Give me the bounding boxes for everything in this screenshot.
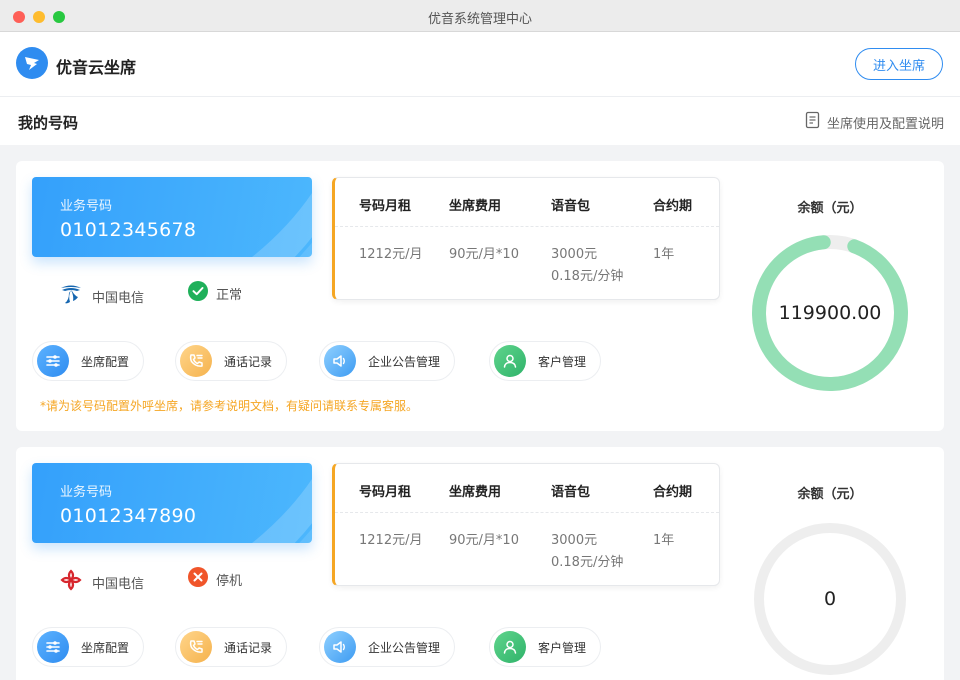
sliders-icon <box>37 345 69 377</box>
value-monthly-rent: 1212元/月 <box>359 533 423 548</box>
x-circle-icon <box>188 567 208 591</box>
app-logo-icon <box>16 47 48 79</box>
sliders-icon <box>37 631 69 663</box>
user-icon <box>494 631 526 663</box>
header-voice-pack: 语音包 <box>551 199 591 214</box>
value-seat-fee: 90元/月*10 <box>449 533 519 548</box>
panel-decoration <box>252 478 312 543</box>
speaker-icon <box>324 345 356 377</box>
carrier-info: 中国电信 <box>58 281 144 311</box>
package-header-row: 号码月租 坐席费用 语音包 合约期 <box>335 464 719 513</box>
check-circle-icon <box>188 281 208 305</box>
panel-decoration <box>252 192 312 257</box>
business-number-label: 业务号码 <box>60 485 113 500</box>
balance-value: 0 <box>823 588 837 610</box>
number-card: 业务号码 01012347890 中国电信 停机 号码月租 坐席费用 语音包 合… <box>16 447 944 680</box>
business-number: 01012347890 <box>60 505 197 527</box>
call-records-button[interactable]: 通话记录 <box>175 627 287 667</box>
value-seat-fee: 90元/月*10 <box>449 247 519 262</box>
announcement-management-button[interactable]: 企业公告管理 <box>319 341 455 381</box>
business-number-label: 业务号码 <box>60 199 113 214</box>
balance-label: 余额（元） <box>797 487 863 502</box>
seat-config-button[interactable]: 坐席配置 <box>32 627 144 667</box>
status-text: 正常 <box>216 287 243 303</box>
phone-log-icon <box>180 631 212 663</box>
status-text: 停机 <box>216 573 243 589</box>
value-monthly-rent: 1212元/月 <box>359 247 423 262</box>
document-icon <box>805 111 821 133</box>
config-notice: *请为该号码配置外呼坐席，请参考说明文档，有疑问请联系专属客服。 <box>40 399 419 413</box>
window-title: 优音系统管理中心 <box>427 12 532 27</box>
china-unicom-icon <box>58 567 84 597</box>
section-title: 我的号码 <box>18 114 79 132</box>
china-telecom-icon <box>58 281 84 311</box>
header-contract-term: 合约期 <box>653 485 693 500</box>
customer-management-button[interactable]: 客户管理 <box>489 627 601 667</box>
number-card: 业务号码 01012345678 中国电信 正常 号码月租 坐席费用 语音包 合… <box>16 161 944 431</box>
carrier-name: 中国电信 <box>92 290 145 306</box>
window-titlebar: 优音系统管理中心 <box>0 0 960 32</box>
header-seat-fee: 坐席费用 <box>449 199 502 214</box>
number-status: 停机 <box>188 567 242 591</box>
help-doc-link[interactable]: 坐席使用及配置说明 <box>805 111 944 133</box>
value-contract-term: 1年 <box>653 247 675 262</box>
header-monthly-rent: 号码月租 <box>359 485 412 500</box>
enter-seat-button[interactable]: 进入坐席 <box>855 48 943 80</box>
phone-log-icon <box>180 345 212 377</box>
speaker-icon <box>324 631 356 663</box>
value-voice-pack: 3000元 0.18元/分钟 <box>551 247 624 284</box>
business-number-panel: 业务号码 01012347890 <box>32 463 312 543</box>
business-number-panel: 业务号码 01012345678 <box>32 177 312 257</box>
carrier-info: 中国电信 <box>58 567 144 597</box>
value-voice-pack: 3000元 0.18元/分钟 <box>551 533 624 570</box>
call-records-button[interactable]: 通话记录 <box>175 341 287 381</box>
carrier-name: 中国电信 <box>92 576 145 592</box>
balance-label: 余额（元） <box>797 201 863 216</box>
value-contract-term: 1年 <box>653 533 675 548</box>
app-header: 优音云坐席 进入坐席 <box>0 32 960 97</box>
announcement-management-button[interactable]: 企业公告管理 <box>319 627 455 667</box>
header-voice-pack: 语音包 <box>551 485 591 500</box>
section-header: 我的号码 坐席使用及配置说明 <box>0 97 960 145</box>
help-doc-label: 坐席使用及配置说明 <box>826 116 944 132</box>
header-monthly-rent: 号码月租 <box>359 199 412 214</box>
user-icon <box>494 345 526 377</box>
seat-config-button[interactable]: 坐席配置 <box>32 341 144 381</box>
number-status: 正常 <box>188 281 242 305</box>
package-header-row: 号码月租 坐席费用 语音包 合约期 <box>335 178 719 227</box>
header-contract-term: 合约期 <box>653 199 693 214</box>
app-name: 优音云坐席 <box>56 58 137 77</box>
package-table: 号码月租 坐席费用 语音包 合约期 1212元/月 90元/月*10 3000元… <box>332 177 720 300</box>
header-seat-fee: 坐席费用 <box>449 485 502 500</box>
business-number: 01012345678 <box>60 219 197 241</box>
package-table: 号码月租 坐席费用 语音包 合约期 1212元/月 90元/月*10 3000元… <box>332 463 720 586</box>
balance-value: 119900.00 <box>778 302 882 324</box>
customer-management-button[interactable]: 客户管理 <box>489 341 601 381</box>
